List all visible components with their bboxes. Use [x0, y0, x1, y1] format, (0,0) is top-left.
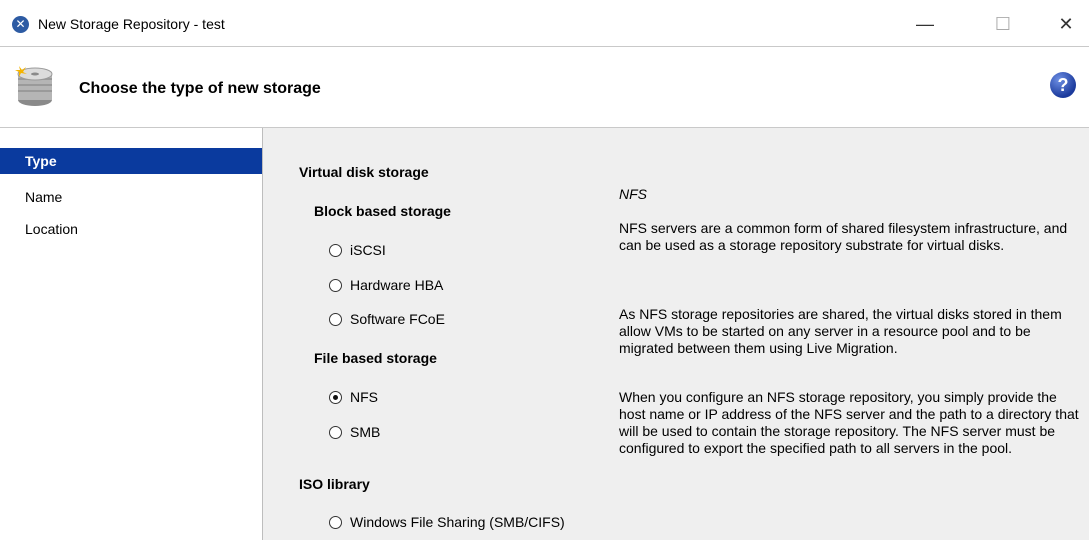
description-title: NFS — [619, 186, 647, 202]
window-title: New Storage Repository - test — [38, 16, 225, 32]
nfs-option[interactable]: NFS — [329, 389, 378, 405]
windows-file-sharing-radio[interactable] — [329, 515, 342, 529]
software-fcoe-radio[interactable] — [329, 312, 342, 326]
smb-radio[interactable] — [329, 425, 342, 439]
file-storage-heading: File based storage — [314, 350, 437, 366]
sidebar-item-location[interactable]: Location — [0, 216, 262, 242]
description-paragraph-1: NFS servers are a common form of shared … — [619, 220, 1068, 253]
page-title: Choose the type of new storage — [79, 80, 321, 97]
software-fcoe-label: Software FCoE — [350, 311, 445, 327]
sidebar-item-type[interactable]: Type — [0, 148, 262, 174]
iscsi-label: iSCSI — [350, 242, 386, 258]
nfs-radio[interactable] — [329, 390, 342, 404]
iso-library-heading: ISO library — [299, 476, 370, 492]
nfs-label: NFS — [350, 389, 378, 405]
windows-file-sharing-option[interactable]: Windows File Sharing (SMB/CIFS) — [329, 514, 565, 530]
smb-option[interactable]: SMB — [329, 424, 380, 440]
sidebar-item-name[interactable]: Name — [0, 184, 262, 210]
software-fcoe-option[interactable]: Software FCoE — [329, 311, 445, 327]
storage-type-panel: Virtual disk storage Block based storage… — [263, 128, 1089, 540]
close-button[interactable]: ✕ — [1043, 8, 1089, 40]
smb-label: SMB — [350, 424, 381, 440]
app-logo-icon: ✕ — [12, 16, 29, 33]
hardware-hba-label: Hardware HBA — [350, 277, 444, 293]
help-icon[interactable]: ? — [1050, 72, 1076, 98]
windows-file-sharing-label: Windows File Sharing (SMB/CIFS) — [350, 514, 565, 530]
block-storage-heading: Block based storage — [314, 203, 451, 219]
iscsi-option[interactable]: iSCSI — [329, 242, 386, 258]
wizard-header: Choose the type of new storage ? — [0, 47, 1089, 127]
wizard-steps-sidebar: Type Name Location — [0, 128, 263, 540]
hardware-hba-radio[interactable] — [329, 278, 342, 292]
hardware-hba-option[interactable]: Hardware HBA — [329, 277, 443, 293]
storage-disk-icon — [15, 66, 53, 106]
description-paragraph-3: When you configure an NFS storage reposi… — [619, 389, 1079, 456]
description-paragraph-2: As NFS storage repositories are shared, … — [619, 306, 1062, 356]
minimize-button[interactable]: — — [902, 8, 948, 40]
title-bar: ✕ New Storage Repository - test — ☐ ✕ — [0, 0, 1089, 46]
virtual-disk-storage-heading: Virtual disk storage — [299, 164, 429, 180]
iscsi-radio[interactable] — [329, 243, 342, 257]
maximize-button[interactable]: ☐ — [980, 8, 1026, 40]
